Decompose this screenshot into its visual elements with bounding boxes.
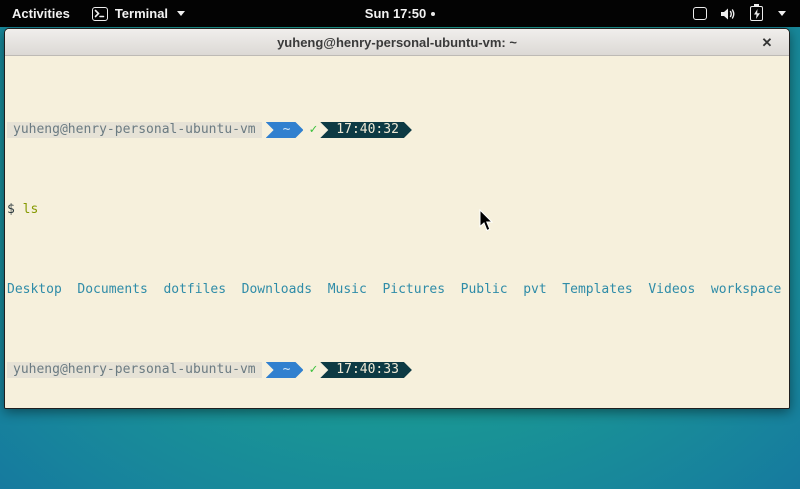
- system-status-area[interactable]: [685, 0, 794, 27]
- clock-label[interactable]: Sun 17:50: [365, 6, 426, 21]
- notification-dot-icon: [431, 12, 435, 16]
- status-check-icon: ✓: [309, 122, 317, 138]
- prompt-cwd-segment: ~: [266, 362, 304, 378]
- prompt-cwd-segment: ~: [266, 122, 304, 138]
- directory-name: Music: [328, 282, 367, 298]
- terminal-icon: [92, 7, 108, 21]
- app-menu-label: Terminal: [115, 6, 168, 21]
- lightning-bolt-icon: [753, 9, 761, 19]
- directory-name: workspace: [711, 282, 781, 298]
- directory-name: pvt: [523, 282, 546, 298]
- directory-name: Pictures: [382, 282, 445, 298]
- prompt-userhost: yuheng@henry-personal-ubuntu-vm: [7, 122, 262, 138]
- activities-label: Activities: [12, 6, 70, 21]
- directory-name: Documents: [77, 282, 147, 298]
- directory-name: Templates: [562, 282, 632, 298]
- screen-icon: [693, 7, 707, 20]
- window-title: yuheng@henry-personal-ubuntu-vm: ~: [277, 35, 517, 50]
- terminal-glyph: [94, 9, 105, 18]
- directory-name: Downloads: [242, 282, 312, 298]
- prompt-line: yuheng@henry-personal-ubuntu-vm ~ ✓ 17:4…: [7, 362, 787, 378]
- directory-name: Desktop: [7, 282, 62, 298]
- top-panel: Activities Terminal Sun 17:50: [0, 0, 800, 27]
- space-gap: [15, 202, 23, 218]
- ls-output-line: Desktop Documents dotfiles Downloads Music Pi…: [7, 282, 787, 298]
- activities-button[interactable]: Activities: [0, 0, 82, 27]
- prompt-dollar: $: [7, 202, 15, 218]
- terminal-screen[interactable]: yuheng@henry-personal-ubuntu-vm ~ ✓ 17:4…: [5, 56, 789, 409]
- app-menu-button[interactable]: Terminal: [82, 0, 195, 27]
- prompt-userhost: yuheng@henry-personal-ubuntu-vm: [7, 362, 262, 378]
- directory-name: Public: [461, 282, 508, 298]
- window-titlebar[interactable]: yuheng@henry-personal-ubuntu-vm: ~ ✕: [5, 29, 789, 56]
- desktop-background: yuheng@henry-personal-ubuntu-vm: ~ ✕ yuh…: [0, 27, 800, 489]
- status-check-icon: ✓: [309, 362, 317, 378]
- prompt-time-segment: 17:40:33: [320, 362, 412, 378]
- volume-icon: [720, 7, 737, 21]
- close-button[interactable]: ✕: [755, 29, 779, 56]
- prompt-time-segment: 17:40:32: [320, 122, 412, 138]
- command-line: $ ls: [7, 202, 787, 218]
- directory-name: dotfiles: [163, 282, 226, 298]
- battery-charging-icon: [750, 6, 763, 21]
- directory-name: Videos: [648, 282, 695, 298]
- terminal-window: yuheng@henry-personal-ubuntu-vm: ~ ✕ yuh…: [4, 28, 790, 409]
- prompt-line: yuheng@henry-personal-ubuntu-vm ~ ✓ 17:4…: [7, 122, 787, 138]
- chevron-down-icon: [778, 11, 786, 16]
- chevron-down-icon: [177, 11, 185, 16]
- command-text: ls: [23, 202, 39, 218]
